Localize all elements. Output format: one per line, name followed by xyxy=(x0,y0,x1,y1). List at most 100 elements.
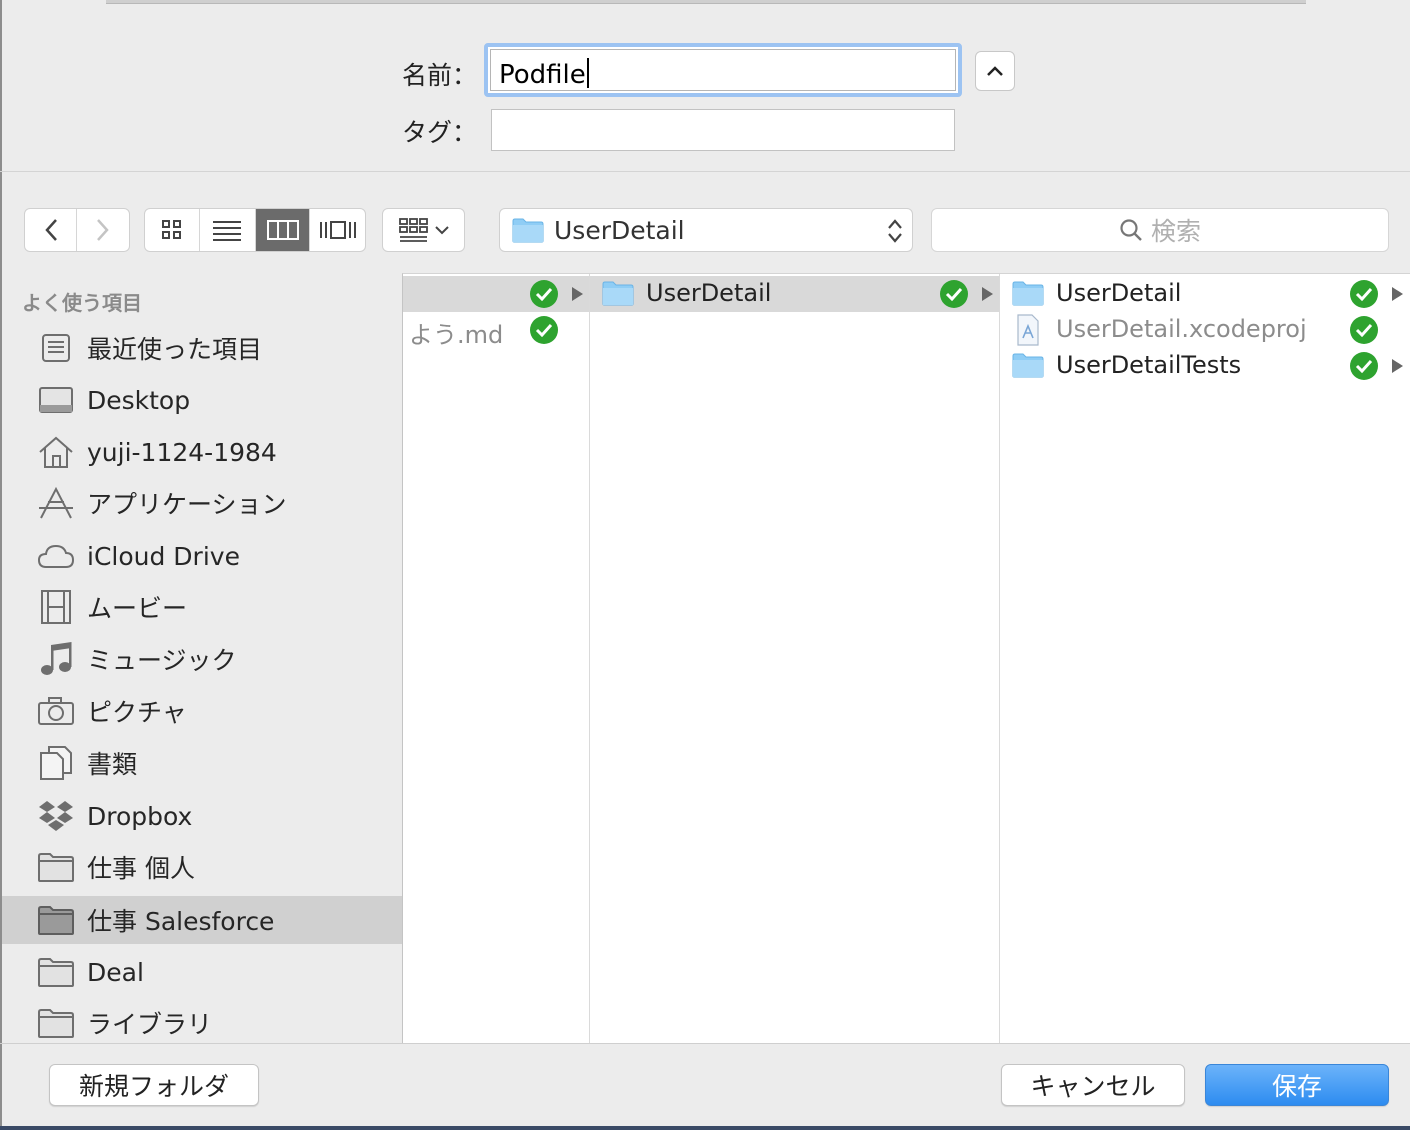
sidebar-item-home[interactable]: yuji-1124-1984 xyxy=(2,428,402,476)
columns-icon xyxy=(266,220,299,240)
search-field[interactable]: 検索 xyxy=(931,208,1389,252)
nav-buttons xyxy=(24,208,130,252)
search-icon xyxy=(1120,219,1142,241)
list-item[interactable]: UserDetail.xcodeproj xyxy=(1000,312,1410,348)
sidebar-item-folder-deal[interactable]: Deal xyxy=(2,948,402,996)
list-item[interactable]: UserDetailTests xyxy=(1000,348,1410,384)
grid-icon xyxy=(161,220,181,239)
sidebar-item-label: 書類 xyxy=(87,750,138,779)
location-label: UserDetail xyxy=(554,215,685,245)
folder-icon xyxy=(1012,352,1044,382)
folder-icon xyxy=(36,900,76,940)
sidebar-item-label: ライブラリ xyxy=(87,1010,213,1039)
cancel-button[interactable]: キャンセル xyxy=(1001,1064,1185,1106)
disclosure-arrow-icon xyxy=(1392,359,1403,373)
folder-icon xyxy=(1012,280,1044,310)
sidebar-item-label: yuji-1124-1984 xyxy=(87,437,277,467)
music-icon xyxy=(36,639,76,679)
sidebar-item-folder-salesforce[interactable]: 仕事 Salesforce xyxy=(2,896,402,944)
disclosure-arrow-icon xyxy=(1392,287,1403,301)
list-item[interactable]: よう.md xyxy=(403,312,589,349)
search-placeholder: 検索 xyxy=(1150,217,1201,246)
sidebar-heading: よく使う項目 xyxy=(22,291,142,315)
name-value: Podfile xyxy=(499,60,586,90)
browser-column-1: よう.md xyxy=(403,274,590,1044)
sidebar: よく使う項目 最近使った項目 Desktop yuji-1124-1984 アプ… xyxy=(2,273,402,1043)
save-button[interactable]: 保存 xyxy=(1205,1064,1389,1106)
text-caret xyxy=(586,58,589,88)
documents-icon xyxy=(36,743,76,783)
sidebar-item-label: 最近使った項目 xyxy=(87,335,263,364)
sidebar-item-label: Desktop xyxy=(87,385,191,415)
chevron-left-icon xyxy=(44,219,57,241)
arrange-menu xyxy=(382,208,465,252)
location-popup[interactable]: UserDetail xyxy=(499,208,913,252)
list-item[interactable]: UserDetail xyxy=(590,276,999,312)
sidebar-item-label: ピクチャ xyxy=(87,698,187,727)
file-name: よう.md xyxy=(409,321,504,349)
browser-column-2: UserDetail xyxy=(590,274,1000,1044)
home-icon xyxy=(36,432,76,472)
forward-button[interactable] xyxy=(77,209,129,251)
separator xyxy=(0,1043,1410,1044)
window-bottom-edge xyxy=(0,1126,1410,1130)
file-name: UserDetail xyxy=(646,279,772,307)
sidebar-item-folder-library[interactable]: ライブラリ xyxy=(2,999,402,1043)
back-button[interactable] xyxy=(25,209,78,251)
sidebar-item-movies[interactable]: ムービー xyxy=(2,583,402,631)
tag-label: タグ： xyxy=(402,118,478,147)
sync-check-icon xyxy=(530,316,558,344)
coverflow-icon xyxy=(319,221,356,239)
sync-check-icon xyxy=(1350,280,1378,308)
folder-icon xyxy=(36,1003,76,1043)
column-view-button[interactable] xyxy=(255,209,311,251)
sidebar-item-label: Dropbox xyxy=(87,801,193,831)
folder-icon xyxy=(36,847,76,887)
chevron-right-icon xyxy=(97,219,109,241)
sidebar-item-folder-personal[interactable]: 仕事 個人 xyxy=(2,843,402,891)
sidebar-item-applications[interactable]: アプリケーション xyxy=(2,479,402,527)
sidebar-item-desktop[interactable]: Desktop xyxy=(2,376,402,424)
disclosure-arrow-icon xyxy=(572,287,583,301)
coverflow-view-button[interactable] xyxy=(310,209,365,251)
chevron-down-icon xyxy=(434,226,449,235)
disclosure-arrow-icon xyxy=(982,287,993,301)
sidebar-item-documents[interactable]: 書類 xyxy=(2,739,402,787)
sync-check-icon xyxy=(1350,316,1378,344)
dropbox-icon xyxy=(36,796,76,836)
list-view-button[interactable] xyxy=(200,209,256,251)
camera-icon xyxy=(36,691,76,731)
sync-check-icon xyxy=(1350,352,1378,380)
icon-view-button[interactable] xyxy=(145,209,200,251)
applications-icon xyxy=(36,483,76,523)
folder-icon xyxy=(36,952,76,992)
arrange-button[interactable] xyxy=(383,209,464,251)
view-mode-buttons xyxy=(144,208,366,252)
sidebar-item-music[interactable]: ミュージック xyxy=(2,635,402,683)
sidebar-item-label: Deal xyxy=(87,957,144,987)
updown-arrows-icon xyxy=(888,219,902,243)
desktop-icon xyxy=(36,380,76,420)
sidebar-item-dropbox[interactable]: Dropbox xyxy=(2,792,402,840)
column-browser: よう.md UserDetail UserDetail UserDetail.x… xyxy=(402,273,1410,1044)
list-item[interactable]: UserDetail xyxy=(1000,276,1410,312)
name-label: 名前： xyxy=(402,61,478,90)
name-field[interactable]: Podfile xyxy=(484,43,962,97)
separator xyxy=(0,171,1410,172)
sidebar-item-recents[interactable]: 最近使った項目 xyxy=(2,324,402,372)
list-icon xyxy=(213,221,242,241)
sidebar-item-label: ムービー xyxy=(87,594,188,623)
file-name: UserDetailTests xyxy=(1056,351,1242,379)
list-item[interactable] xyxy=(403,276,589,312)
cloud-icon xyxy=(36,536,76,576)
new-folder-button[interactable]: 新規フォルダ xyxy=(49,1064,259,1106)
window-titlebar-edge xyxy=(106,0,1306,4)
collapse-button[interactable] xyxy=(975,51,1015,91)
tag-field[interactable] xyxy=(491,109,955,151)
folder-icon xyxy=(602,280,634,310)
sidebar-item-icloud[interactable]: iCloud Drive xyxy=(2,532,402,580)
browser-column-3: UserDetail UserDetail.xcodeproj UserDeta… xyxy=(1000,274,1410,1044)
sidebar-item-pictures[interactable]: ピクチャ xyxy=(2,687,402,735)
sync-check-icon xyxy=(940,280,968,308)
sync-check-icon xyxy=(530,280,558,308)
